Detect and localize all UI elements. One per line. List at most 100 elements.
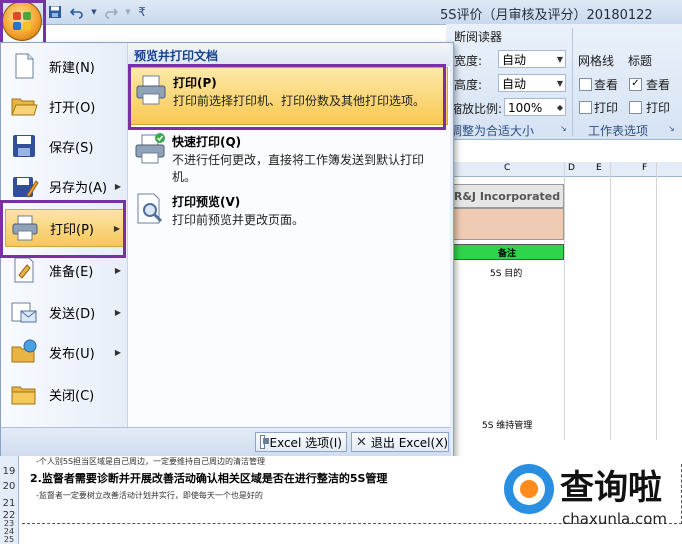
menu-item-close[interactable]: 关闭(C): [5, 375, 125, 413]
menu-item-label: 发布(U): [49, 346, 95, 362]
submenu-item-title: 快速打印(Q): [172, 135, 242, 149]
width-select[interactable]: 自动 ▼: [498, 50, 566, 68]
column-header-f[interactable]: F: [642, 163, 647, 173]
gridlines-print-label: 打印: [594, 101, 619, 115]
height-label: 高度:: [454, 78, 483, 92]
close-folder-icon: [9, 379, 39, 409]
submenu-item-description: 打印前预览并更改页面。: [172, 213, 305, 227]
peach-band: [450, 208, 564, 240]
save-as-icon: [9, 171, 39, 201]
submenu-item-description: 不进行任何更改，直接将工作簿发送到默认打印机。: [172, 153, 425, 184]
height-select[interactable]: 自动 ▼: [498, 74, 566, 92]
print-item-highlight: [0, 200, 126, 258]
quick-access-toolbar: ▼ ▼ ₹: [46, 3, 148, 21]
gridlines-view-label: 查看: [594, 78, 619, 92]
menu-item-label: 准备(E): [49, 264, 94, 280]
gridline: [656, 162, 657, 440]
quick-print-icon: [132, 131, 168, 167]
menu-item-label: 发送(D): [49, 306, 96, 322]
ribbon-separator: [572, 28, 573, 136]
row-number[interactable]: 19: [0, 466, 19, 477]
company-cell[interactable]: R&J Incorporated: [450, 184, 564, 208]
spinner-icon: ◆: [556, 103, 563, 112]
submenu-arrow-icon: ▶: [114, 181, 121, 191]
exit-excel-label: 退出 Excel(X): [370, 435, 449, 450]
office-menu-footer: Excel 选项(I) ✕ 退出 Excel(X): [1, 427, 451, 458]
scale-value: 100%: [508, 101, 543, 115]
menu-item-send[interactable]: 发送(D) ▶: [5, 293, 125, 331]
headings-print-label: 打印: [646, 101, 671, 115]
submenu-arrow-icon: ▶: [114, 307, 121, 317]
save-icon: [9, 131, 39, 161]
goal-cell[interactable]: 5S 目的: [490, 266, 522, 279]
dialog-launcher-icon[interactable]: ↘: [560, 124, 567, 133]
width-value: 自动: [502, 53, 527, 67]
send-icon: [9, 297, 39, 327]
watermark-logo-icon: [504, 464, 554, 514]
print-submenu-highlight: [128, 64, 446, 130]
dialog-launcher-icon[interactable]: ↘: [668, 124, 675, 133]
undo-icon[interactable]: [68, 3, 86, 21]
ribbon-group-label: 断阅读器: [454, 30, 503, 44]
close-icon: ✕: [356, 434, 367, 450]
maintain-cell[interactable]: 5S 维持管理: [482, 418, 532, 431]
exit-excel-button[interactable]: ✕ 退出 Excel(X): [351, 432, 449, 452]
headings-print-checkbox[interactable]: [629, 101, 642, 114]
gridlines-print-checkbox[interactable]: [579, 101, 592, 114]
fit-group-label: 调整为合适大小: [450, 124, 535, 138]
gridlines-view-checkbox[interactable]: [579, 78, 592, 91]
save-icon[interactable]: [46, 3, 64, 21]
publish-icon: [9, 337, 39, 367]
row-number[interactable]: [0, 456, 19, 466]
menu-item-label: 新建(N): [49, 60, 95, 76]
chevron-down-icon: ▼: [556, 79, 563, 88]
scale-label: 缩放比例:: [450, 102, 503, 116]
open-folder-icon: [9, 91, 39, 121]
submenu-item-quick-print[interactable]: 快速打印(Q) 不进行任何更改，直接将工作簿发送到默认打印机。: [128, 127, 448, 185]
menu-item-publish[interactable]: 发布(U) ▶: [5, 333, 125, 371]
column-header-e[interactable]: E: [596, 163, 602, 173]
menu-item-label: 另存为(A): [49, 180, 108, 196]
column-header-c[interactable]: C: [504, 163, 510, 173]
new-document-icon: [9, 51, 39, 81]
submenu-header: 预览并打印文档: [128, 43, 450, 66]
menu-item-label: 保存(S): [49, 140, 94, 156]
row-number[interactable]: 20: [0, 477, 19, 497]
watermark-brand: 查询啦: [560, 468, 662, 508]
menu-item-new[interactable]: 新建(N): [5, 47, 125, 85]
gridlines-header: 网格线: [578, 54, 615, 68]
title-bar: ▼ ▼ ₹ 5S评价（月审核及评分）20180122: [0, 0, 682, 25]
menu-item-open[interactable]: 打开(O): [5, 87, 125, 125]
excel-options-label: Excel 选项(I): [269, 435, 342, 450]
excel-options-button[interactable]: Excel 选项(I): [255, 432, 347, 452]
chevron-down-icon[interactable]: ▼: [124, 3, 132, 21]
remark-header-cell[interactable]: 备注: [450, 244, 564, 260]
gridline: [610, 162, 611, 440]
prepare-icon: [9, 255, 39, 285]
headings-header: 标题: [628, 54, 653, 68]
gridline: [564, 162, 565, 440]
chevron-down-icon[interactable]: ▼: [90, 3, 98, 21]
customize-qat-button[interactable]: ₹: [136, 3, 148, 21]
height-value: 自动: [502, 77, 527, 91]
options-icon: [260, 435, 269, 449]
ribbon-page-layout: 断阅读器 宽度: 自动 ▼ 高度: 自动 ▼ 缩放比例: 100% ◆ 调整为合适大小…: [446, 24, 682, 140]
watermark: 查询啦 chaxunla.com: [504, 454, 682, 540]
redo-icon[interactable]: [102, 3, 120, 21]
submenu-item-title: 打印预览(V): [172, 195, 241, 209]
watermark-url: chaxunla.com: [562, 510, 667, 528]
row-number[interactable]: 21: [0, 497, 19, 511]
menu-item-save[interactable]: 保存(S): [5, 127, 125, 165]
worksheet-area[interactable]: C D E F R&J Incorporated 备注 5S 目的 5S 维持管…: [446, 140, 682, 440]
width-label: 宽度:: [454, 54, 483, 68]
headings-view-label: 查看: [646, 78, 671, 92]
row-number[interactable]: 25: [0, 536, 19, 544]
submenu-item-print-preview[interactable]: 打印预览(V) 打印前预览并更改页面。: [128, 187, 448, 231]
headings-view-checkbox[interactable]: ✓: [629, 78, 642, 91]
scale-spinner[interactable]: 100% ◆: [504, 98, 566, 116]
print-preview-icon: [132, 191, 168, 227]
menu-item-label: 关闭(C): [49, 388, 95, 404]
submenu-arrow-icon: ▶: [114, 265, 121, 275]
column-header-d[interactable]: D: [568, 163, 575, 173]
window-title: 5S评价（月审核及评分）20180122: [440, 8, 653, 23]
